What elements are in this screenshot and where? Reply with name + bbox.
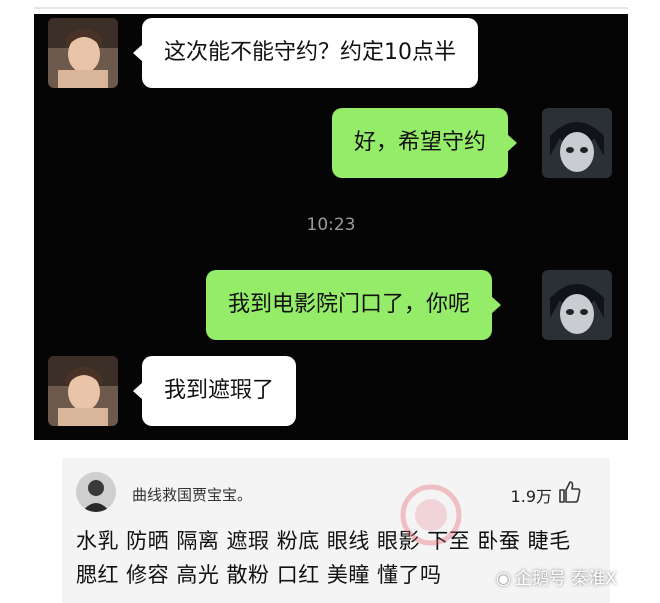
message-bubble-received[interactable]: 这次能不能守约？约定10点半 bbox=[133, 18, 478, 88]
message-bubble-received[interactable]: 我到遮瑕了 bbox=[132, 356, 297, 426]
message-text: 好，希望守约 bbox=[354, 130, 487, 155]
anime-avatar-icon bbox=[542, 108, 612, 178]
watermark-text: 企鹅号 秦淮X bbox=[514, 569, 617, 589]
stamp-icon bbox=[400, 484, 462, 546]
message-bubble-sent[interactable]: 我到电影院门口了，你呢 bbox=[206, 270, 502, 340]
message-text: 我到遮瑕了 bbox=[164, 378, 275, 403]
like-count: 1.9万 bbox=[510, 487, 552, 506]
message-bubble-sent[interactable]: 好，希望守约 bbox=[332, 108, 518, 178]
watermark: ◉ 企鹅号 秦淮X bbox=[496, 564, 617, 589]
commenter-username[interactable]: 曲线救国贾宝宝。 bbox=[132, 484, 252, 505]
chat-screenshot: 这次能不能守约？约定10点半 好，希望守约 10:23 我到电影院门口了，你呢 … bbox=[34, 14, 628, 440]
message-text: 这次能不能守约？约定10点半 bbox=[164, 40, 456, 65]
chat-timestamp: 10:23 bbox=[306, 215, 356, 235]
commenter-avatar-icon[interactable] bbox=[76, 472, 116, 512]
girl-avatar-icon bbox=[48, 356, 118, 426]
top-divider bbox=[34, 7, 628, 9]
girl-avatar-icon bbox=[48, 18, 118, 88]
message-text: 我到电影院门口了，你呢 bbox=[228, 292, 471, 317]
anime-avatar-icon bbox=[542, 270, 612, 340]
penguin-icon: ◉ bbox=[496, 569, 511, 589]
thumbs-up-icon[interactable] bbox=[558, 480, 582, 504]
